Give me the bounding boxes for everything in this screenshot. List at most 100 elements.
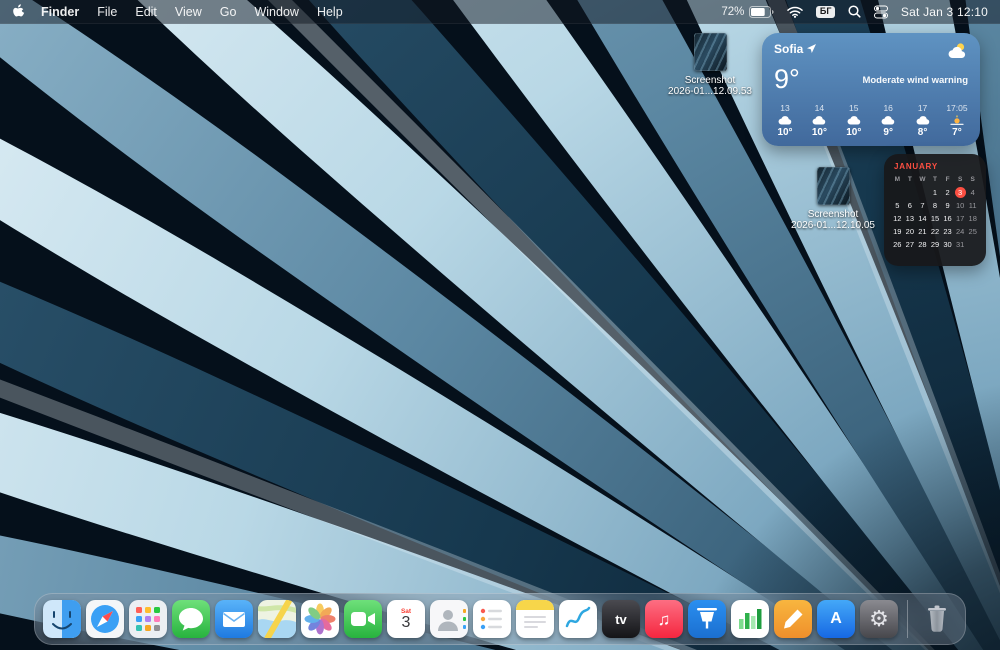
forecast-hour: 13 10°	[777, 103, 793, 138]
reminders-dock-icon[interactable]	[473, 600, 511, 638]
calendar-day: 14	[918, 213, 927, 223]
calendar-widget[interactable]: JANUARY M T W T F S S 1 2 3 4 5 6 7 8 9 10 11 12 13 14 15 16 17…	[884, 154, 986, 266]
tv-dock-icon[interactable]: tv	[602, 600, 640, 638]
battery-percentage: 72%	[721, 5, 745, 18]
calendar-day: 22	[930, 226, 940, 236]
calendar-month-label: JANUARY	[894, 162, 938, 171]
calendar-day: 7	[920, 200, 925, 210]
dock-separator	[907, 600, 908, 638]
contacts-dock-icon[interactable]	[430, 600, 468, 638]
input-source-badge[interactable]: БГ	[816, 5, 835, 18]
calendar-day: 4	[970, 187, 975, 197]
calendar-day: 16	[943, 213, 952, 223]
calendar-day: 24	[955, 226, 965, 236]
calendar-day-empty	[891, 186, 904, 198]
calendar-day: 29	[930, 239, 940, 249]
calendar-dock-icon[interactable]: Sat 3	[387, 600, 425, 638]
calendar-day-empty	[966, 238, 979, 250]
location-arrow-icon	[807, 42, 817, 56]
launchpad-dock-icon[interactable]	[129, 600, 167, 638]
mail-dock-icon[interactable]	[215, 600, 253, 638]
calendar-day: 6	[907, 200, 912, 210]
menu-bar: Finder File Edit View Go Window Help 72% БГ	[0, 0, 1000, 24]
forecast-hour: 17:05 7°	[946, 103, 968, 138]
menu-finder[interactable]: Finder	[41, 5, 79, 19]
messages-dock-icon[interactable]	[172, 600, 210, 638]
calendar-day-empty	[904, 186, 917, 198]
menu-go[interactable]: Go	[220, 5, 237, 19]
calendar-day: 15	[930, 213, 940, 223]
calendar-day: 18	[968, 213, 977, 223]
forecast-hour: 15 10°	[846, 103, 862, 138]
calendar-weekday: T	[933, 176, 937, 183]
calendar-day: 2	[945, 187, 950, 197]
weather-widget[interactable]: Sofia 9° Moderate wind warning 13 10° 14 10…	[762, 33, 980, 146]
weather-condition-icon	[946, 42, 968, 64]
calendar-day: 23	[943, 226, 952, 236]
calendar-day: 26	[893, 239, 902, 249]
menu-help[interactable]: Help	[317, 5, 343, 19]
calendar-day: 21	[918, 226, 927, 236]
calendar-day: 8	[932, 200, 938, 210]
calendar-day: 12	[893, 213, 902, 223]
calendar-weekday: F	[945, 176, 950, 183]
calendar-day: 28	[918, 239, 927, 249]
facetime-dock-icon[interactable]	[344, 600, 382, 638]
photos-dock-icon[interactable]	[301, 600, 339, 638]
notes-dock-icon[interactable]	[516, 600, 554, 638]
menu-bar-clock[interactable]: Sat Jan 3 12:10	[901, 5, 988, 19]
calendar-day: 31	[955, 239, 965, 249]
safari-dock-icon[interactable]	[86, 600, 124, 638]
calendar-weekday: M	[894, 176, 900, 183]
settings-dock-icon[interactable]: ⚙	[860, 600, 898, 638]
music-dock-icon[interactable]: ♫	[645, 600, 683, 638]
apple-menu-icon[interactable]	[12, 4, 25, 19]
forecast-hour: 16 9°	[881, 103, 895, 138]
weather-location: Sofia	[774, 42, 804, 56]
weather-warning: Moderate wind warning	[862, 75, 968, 86]
screenshot-file-2-label: Screenshot 2026-01...12.10.05	[791, 209, 875, 231]
calendar-day: 9	[945, 200, 950, 210]
screenshot-file-1-thumbnail[interactable]	[693, 33, 727, 71]
calendar-day: 30	[943, 239, 952, 249]
spotlight-search-icon[interactable]	[848, 5, 861, 18]
appstore-dock-icon[interactable]: A	[817, 600, 855, 638]
menu-file[interactable]: File	[97, 5, 117, 19]
calendar-day: 17	[955, 213, 965, 223]
calendar-day: 13	[905, 213, 915, 223]
menu-view[interactable]: View	[175, 5, 202, 19]
calendar-day: 10	[955, 200, 965, 210]
forecast-hour: 14 10°	[811, 103, 827, 138]
screenshot-file-1[interactable]: Screenshot 2026-01...12.09.53	[662, 33, 758, 97]
calendar-day: 5	[895, 200, 900, 210]
screenshot-file-2-thumbnail[interactable]	[816, 167, 850, 205]
freeform-dock-icon[interactable]	[559, 600, 597, 638]
weather-hourly: 13 10° 14 10° 15 10° 16 9° 17 8° 17:05 7°	[772, 103, 970, 138]
control-center-icon[interactable]	[873, 5, 888, 19]
calendar-weekday: W	[919, 176, 926, 183]
calendar-weekday: T	[907, 176, 912, 183]
calendar-day: 19	[893, 226, 902, 236]
calendar-weekday: S	[957, 176, 963, 183]
screenshot-file-1-label: Screenshot 2026-01...12.09.53	[668, 75, 752, 97]
menu-edit[interactable]: Edit	[135, 5, 157, 19]
calendar-day: 1	[932, 187, 938, 197]
numbers-dock-icon[interactable]	[731, 600, 769, 638]
menu-window[interactable]: Window	[254, 5, 298, 19]
pages-dock-icon[interactable]	[774, 600, 812, 638]
battery-status[interactable]: 72%	[721, 5, 774, 18]
screenshot-file-2[interactable]: Screenshot 2026-01...12.10.05	[785, 167, 881, 231]
calendar-day: 20	[905, 226, 915, 236]
keynote-dock-icon[interactable]	[688, 600, 726, 638]
wifi-icon[interactable]	[787, 6, 804, 18]
maps-dock-icon[interactable]	[258, 600, 296, 638]
calendar-day: 25	[968, 226, 977, 236]
calendar-day-empty	[916, 186, 929, 198]
calendar-day: 3	[954, 186, 967, 198]
forecast-hour: 17 8°	[916, 103, 929, 138]
finder-dock-icon[interactable]	[43, 600, 81, 638]
trash-dock-icon[interactable]	[917, 600, 957, 638]
calendar-day: 27	[905, 239, 915, 249]
calendar-grid: M T W T F S S 1 2 3 4 5 6 7 8 9 10 11 12 13 14 15 16 17 18 19 20 21…	[891, 174, 979, 250]
calendar-day: 11	[968, 200, 977, 210]
